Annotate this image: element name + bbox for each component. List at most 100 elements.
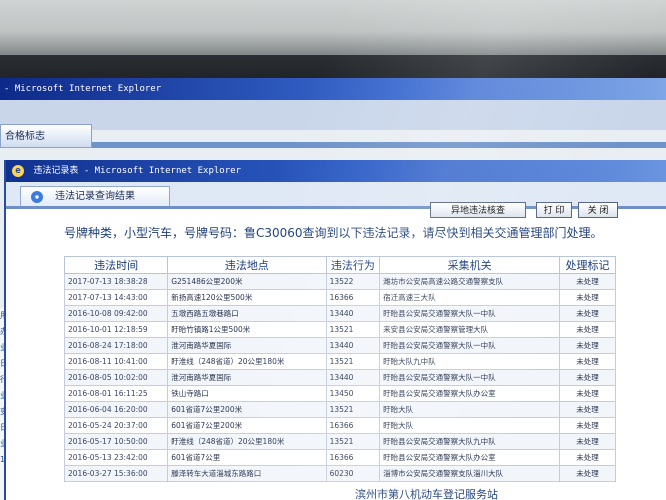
violation-code-cell: 13440 xyxy=(325,305,381,322)
tab-strip xyxy=(92,142,666,148)
violation-time-cell: 2016-05-24 20:37:00 xyxy=(63,417,169,434)
handling-status-cell: 未处理 xyxy=(559,305,616,322)
violation-location-cell: G251486公里200米 xyxy=(167,273,327,290)
violation-time-cell: 2016-05-13 23:42:00 xyxy=(63,449,169,466)
tab-violation-query-results[interactable]: 违法记录查询结果 xyxy=(20,186,170,206)
violation-code-cell: 13440 xyxy=(325,337,381,354)
violation-code-cell: 13521 xyxy=(325,353,381,370)
violation-code-cell: 16366 xyxy=(325,449,381,466)
violation-time-cell: 2016-03-27 15:36:00 xyxy=(63,465,169,482)
popup-titlebar: e 违法记录表 - Microsoft Internet Explorer xyxy=(6,160,666,182)
handling-status-cell: 未处理 xyxy=(559,321,616,338)
violation-time-cell: 2016-08-05 10:02:00 xyxy=(63,369,169,386)
table-header-row: 违法时间 违法地点 违法行为 采集机关 处理标记 xyxy=(63,256,616,274)
collecting-agency-cell: 盱眙县公安局交通警察大队九中队 xyxy=(379,433,560,450)
tab-qualification-mark[interactable]: 合格标志 xyxy=(0,124,92,148)
violation-location-cell: 滕泽转车大道淄城东路路口 xyxy=(167,465,327,482)
collecting-agency-cell: 盱眙县公安局交通警察大队办公室 xyxy=(379,385,560,402)
table-row[interactable]: 2016-03-27 15:36:00 滕泽转车大道淄城东路路口 60230 淄博市公… xyxy=(63,465,616,482)
violation-time-cell: 2016-10-08 09:42:00 xyxy=(63,305,169,322)
violation-location-cell: 淮河南路华夏国际 xyxy=(167,369,327,386)
column-header: 处理标记 xyxy=(559,256,616,274)
violation-code-cell: 16366 xyxy=(325,289,381,306)
handling-status-cell: 未处理 xyxy=(559,369,616,386)
violation-code-cell: 16366 xyxy=(325,417,381,434)
handling-status-cell: 未处理 xyxy=(559,401,616,418)
table-row[interactable]: 2016-08-01 16:11:25 铁山寺路口 13450 盱眙县公安局交通警察大… xyxy=(63,385,616,402)
violation-location-cell: 601省道7公里200米 xyxy=(167,401,327,418)
background-window-title: - Microsoft Internet Explorer xyxy=(4,84,162,94)
handling-status-cell: 未处理 xyxy=(559,273,616,290)
violation-time-cell: 2017-07-13 14:43:00 xyxy=(63,289,169,306)
violation-time-cell: 2016-05-17 10:50:00 xyxy=(63,433,169,450)
collecting-agency-cell: 宿迁高速三大队 xyxy=(379,289,560,306)
violation-location-cell: 铁山寺路口 xyxy=(167,385,327,402)
collecting-agency-cell: 盱眙大队 xyxy=(379,401,560,418)
violation-location-cell: 601省道7公里200米 xyxy=(167,417,327,434)
violation-location-cell: 盱淮线（248省道）20公里180米 xyxy=(167,353,327,370)
violation-location-cell: 盱淮线（248省道）20公里180米 xyxy=(167,433,327,450)
handling-status-cell: 未处理 xyxy=(559,385,616,402)
handling-status-cell: 未处理 xyxy=(559,433,616,450)
table-row[interactable]: 2016-10-01 12:18:59 盱眙竹镇路1公里500米 13521 来安县公… xyxy=(63,321,616,338)
background-window-titlebar: - Microsoft Internet Explorer xyxy=(0,78,666,100)
collecting-agency-cell: 潍坊市公安局高速公路交通警察支队 xyxy=(379,273,560,290)
close-button[interactable]: 关 闭 xyxy=(578,202,618,218)
internet-explorer-icon: e xyxy=(12,164,24,177)
collecting-agency-cell: 盱眙县公安局交通警察大队一中队 xyxy=(379,305,560,322)
column-header: 违法行为 xyxy=(325,256,381,274)
handling-status-cell: 未处理 xyxy=(559,353,616,370)
service-station-name: 滨州市第八机动车登记服务站 xyxy=(355,488,498,500)
column-header: 违法地点 xyxy=(167,256,327,274)
collecting-agency-cell: 盱眙大队九中队 xyxy=(379,353,560,370)
table-row[interactable]: 2016-10-08 09:42:00 五墩西路五墩巷路口 13440 盱眙县公安局交… xyxy=(63,305,616,322)
violation-location-cell: 五墩西路五墩巷路口 xyxy=(167,305,327,322)
violation-time-cell: 2016-10-01 12:18:59 xyxy=(63,321,169,338)
globe-icon xyxy=(31,191,43,203)
background-window-toolbar xyxy=(0,100,666,130)
table-row[interactable]: 2016-08-05 10:02:00 淮河南路华夏国际 13440 盱眙县公安局交通… xyxy=(63,369,616,386)
handling-status-cell: 未处理 xyxy=(559,289,616,306)
table-row[interactable]: 2016-06-04 16:20:00 601省道7公里200米 13521 盱眙大队… xyxy=(63,401,616,418)
column-header: 违法时间 xyxy=(63,256,169,274)
violation-code-cell: 13522 xyxy=(325,273,381,290)
table-row[interactable]: 2016-08-11 10:41:00 盱淮线（248省道）20公里180米 135… xyxy=(63,353,616,370)
violation-code-cell: 13521 xyxy=(325,433,381,450)
remote-violation-check-button[interactable]: 异地违法核查 xyxy=(430,202,526,218)
handling-status-cell: 未处理 xyxy=(559,417,616,434)
violation-time-cell: 2016-08-01 16:11:25 xyxy=(63,385,169,402)
violation-table: 违法时间 违法地点 违法行为 采集机关 处理标记 2017-07-13 18:38:28… xyxy=(63,256,616,482)
collecting-agency-cell: 淄博市公安局交通警察支队淄川大队 xyxy=(379,465,560,482)
table-row[interactable]: 2016-08-24 17:18:00 淮河南路华夏国际 13440 盱眙县公安局交通… xyxy=(63,337,616,354)
handling-status-cell: 未处理 xyxy=(559,465,616,482)
table-row[interactable]: 2016-05-24 20:37:00 601省道7公里200米 16366 盱眙大队… xyxy=(63,417,616,434)
column-header: 采集机关 xyxy=(379,256,560,274)
collecting-agency-cell: 盱眙县公安局交通警察大队一中队 xyxy=(379,337,560,354)
violation-code-cell: 13521 xyxy=(325,321,381,338)
collecting-agency-cell: 盱眙大队 xyxy=(379,417,560,434)
violation-location-cell: 盱眙竹镇路1公里500米 xyxy=(167,321,327,338)
table-row[interactable]: 2016-05-13 23:42:00 601省道7公里 16366 盱眙县公安局交通… xyxy=(63,449,616,466)
collecting-agency-cell: 来安县公安局交通警察管理大队 xyxy=(379,321,560,338)
tab-label: 违法记录查询结果 xyxy=(55,191,135,202)
violation-code-cell: 13450 xyxy=(325,385,381,402)
violation-code-cell: 13440 xyxy=(325,369,381,386)
violation-code-cell: 60230 xyxy=(325,465,381,482)
violation-time-cell: 2016-08-24 17:18:00 xyxy=(63,337,169,354)
violation-time-cell: 2016-08-11 10:41:00 xyxy=(63,353,169,370)
monitor-screen: - Microsoft Internet Explorer 合格标志 用办业务日… xyxy=(0,78,666,500)
query-result-message: 号牌种类，小型汽车，号牌号码：鲁C30060查询到以下违法记录，请尽快到相关交通… xyxy=(64,226,603,240)
table-row[interactable]: 2016-05-17 10:50:00 盱淮线（248省道）20公里180米 135… xyxy=(63,433,616,450)
collecting-agency-cell: 盱眙县公安局交通警察大队一中队 xyxy=(379,369,560,386)
violation-time-cell: 2017-07-13 18:38:28 xyxy=(63,273,169,290)
collecting-agency-cell: 盱眙县公安局交通警察大队办公室 xyxy=(379,449,560,466)
violation-location-cell: 新扬高速120公里500米 xyxy=(167,289,327,306)
popup-title: 违法记录表 - Microsoft Internet Explorer xyxy=(33,166,241,176)
violation-location-cell: 淮河南路华夏国际 xyxy=(167,337,327,354)
handling-status-cell: 未处理 xyxy=(559,337,616,354)
table-row[interactable]: 2017-07-13 14:43:00 新扬高速120公里500米 16366 宿迁高… xyxy=(63,289,616,306)
print-button[interactable]: 打 印 xyxy=(536,202,572,218)
table-row[interactable]: 2017-07-13 18:38:28 G251486公里200米 13522 潍坊市… xyxy=(63,273,616,290)
violation-location-cell: 601省道7公里 xyxy=(167,449,327,466)
violation-time-cell: 2016-06-04 16:20:00 xyxy=(63,401,169,418)
